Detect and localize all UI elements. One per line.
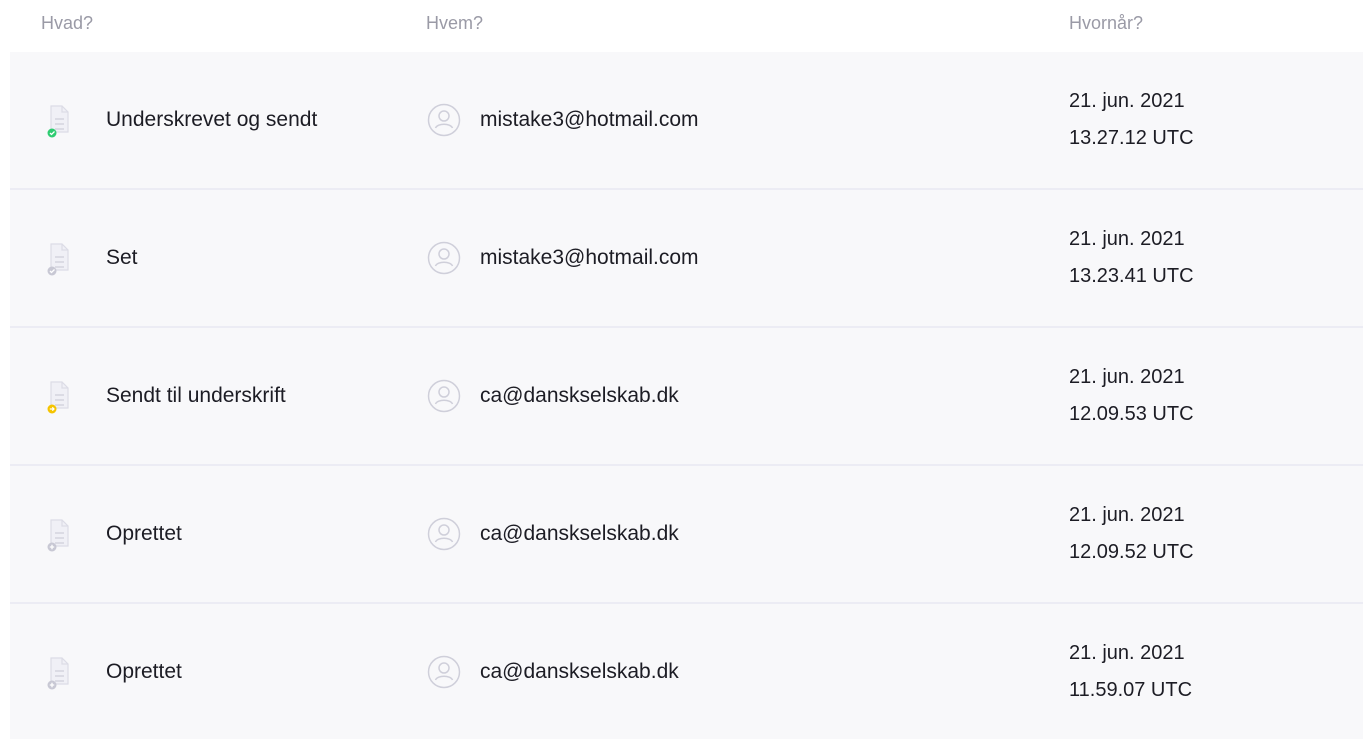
- user-avatar-icon: [427, 241, 461, 275]
- column-header-what: Hvad?: [41, 13, 94, 33]
- user-avatar-icon: [427, 379, 461, 413]
- event-label: Sendt til underskrift: [106, 384, 286, 407]
- table-row: Oprettet ca@danskselskab.dk 21. jun. 202…: [10, 466, 1363, 604]
- user-email: mistake3@hotmail.com: [480, 246, 699, 269]
- event-timestamp: 21. jun. 2021 12.09.53 UTC: [1069, 359, 1194, 433]
- event-label: Underskrevet og sendt: [106, 108, 318, 131]
- event-date: 21. jun. 2021: [1069, 228, 1185, 250]
- user-email: ca@danskselskab.dk: [480, 659, 679, 683]
- event-timestamp: 21. jun. 2021 11.59.07 UTC: [1069, 635, 1192, 709]
- event-timestamp: 21. jun. 2021 13.27.12 UTC: [1069, 83, 1194, 157]
- event-time: 12.09.52 UTC: [1069, 541, 1194, 563]
- document-created-icon: [47, 656, 69, 689]
- audit-log-list: Underskrevet og sendt mistake3@hotmail.c…: [10, 52, 1363, 739]
- user-email: mistake3@hotmail.com: [480, 108, 699, 131]
- table-row: Oprettet ca@danskselskab.dk 21. jun. 202…: [10, 604, 1363, 739]
- event-time: 12.09.53 UTC: [1069, 403, 1194, 425]
- event-timestamp: 21. jun. 2021 13.23.41 UTC: [1069, 221, 1194, 295]
- user-avatar-icon: [427, 517, 461, 551]
- column-header-when: Hvornår?: [1069, 13, 1144, 33]
- user-email: ca@danskselskab.dk: [480, 384, 679, 407]
- event-time: 13.23.41 UTC: [1069, 265, 1194, 287]
- document-sent-icon: [47, 381, 69, 414]
- event-time: 13.27.12 UTC: [1069, 127, 1194, 149]
- event-label: Oprettet: [106, 522, 182, 545]
- column-header-who: Hvem?: [426, 13, 484, 33]
- document-signed-icon: [47, 105, 69, 138]
- user-email: ca@danskselskab.dk: [480, 522, 679, 545]
- table-row: Sendt til underskrift ca@danskselskab.dk…: [10, 328, 1363, 466]
- event-label: Set: [106, 246, 138, 269]
- event-label: Oprettet: [106, 659, 182, 683]
- event-date: 21. jun. 2021: [1069, 90, 1185, 112]
- user-avatar-icon: [427, 103, 461, 137]
- document-seen-icon: [47, 243, 69, 276]
- event-timestamp: 21. jun. 2021 12.09.52 UTC: [1069, 497, 1194, 571]
- event-date: 21. jun. 2021: [1069, 504, 1185, 526]
- table-header: Hvad? Hvem? Hvornår?: [0, 0, 1363, 52]
- table-row: Underskrevet og sendt mistake3@hotmail.c…: [10, 52, 1363, 190]
- user-avatar-icon: [427, 655, 461, 688]
- event-date: 21. jun. 2021: [1069, 366, 1185, 388]
- document-created-icon: [47, 519, 69, 552]
- event-date: 21. jun. 2021: [1069, 641, 1185, 664]
- event-time: 11.59.07 UTC: [1069, 678, 1193, 701]
- table-row: Set mistake3@hotmail.com 21. jun. 2021 1…: [10, 190, 1363, 328]
